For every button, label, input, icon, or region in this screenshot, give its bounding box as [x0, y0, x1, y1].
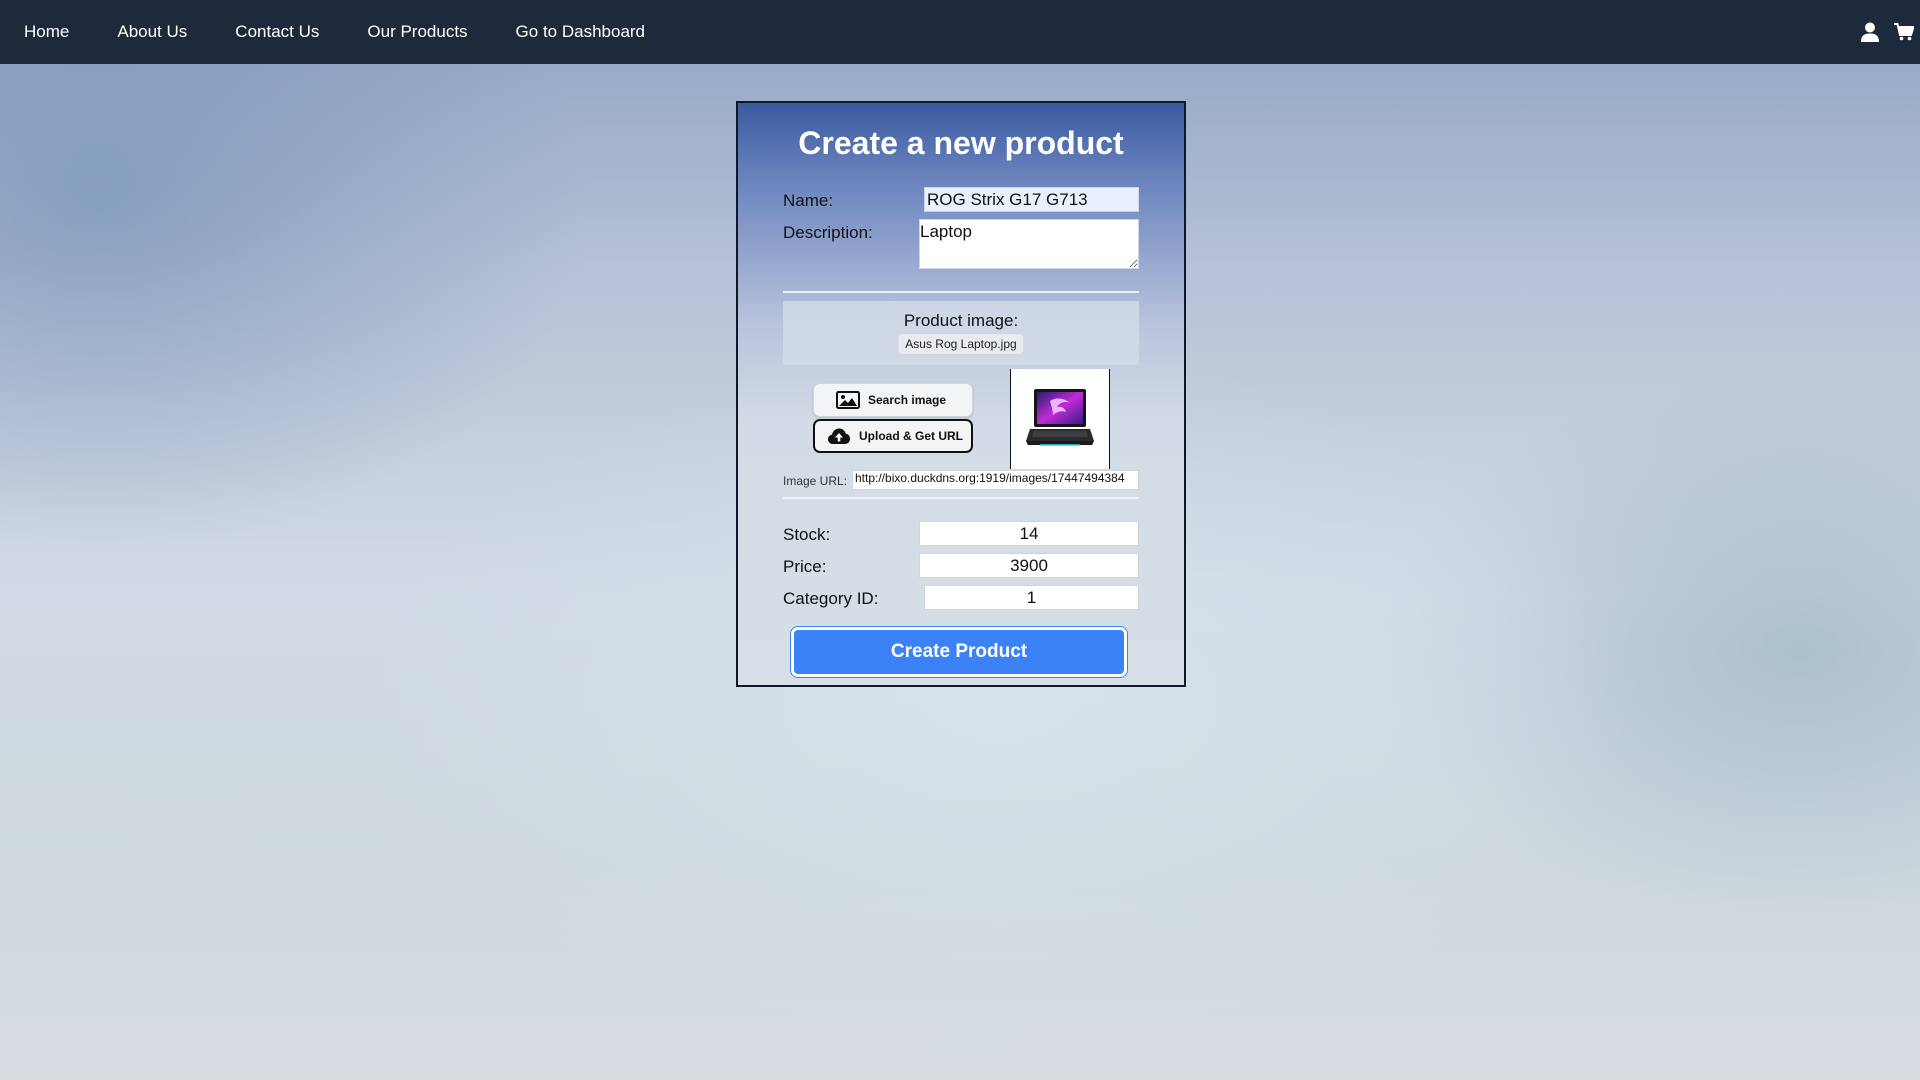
laptop-image	[1026, 389, 1094, 446]
user-icon[interactable]	[1858, 20, 1882, 44]
category-id-input[interactable]	[924, 585, 1139, 610]
stock-label: Stock:	[783, 525, 831, 544]
product-image-preview	[1010, 369, 1110, 469]
description-label: Description:	[783, 223, 873, 242]
page-title: Create a new product	[798, 125, 1124, 161]
cart-icon[interactable]	[1892, 20, 1916, 44]
image-url-label: Image URL:	[783, 474, 848, 488]
search-image-label: Search image	[868, 393, 947, 407]
divider	[783, 291, 1139, 293]
image-filename-chip: Asus Rog Laptop.jpg	[897, 333, 1025, 355]
name-label: Name:	[783, 191, 834, 210]
upload-get-url-label: Upload & Get URL	[859, 429, 963, 443]
price-label: Price:	[783, 557, 827, 576]
nav-dashboard-link[interactable]: Go to Dashboard	[516, 22, 645, 42]
image-icon	[836, 391, 860, 409]
nav-products-link[interactable]: Our Products	[367, 22, 467, 42]
top-navbar: Home About Us Contact Us Our Products Go…	[0, 0, 1920, 64]
cloud-upload-icon	[828, 428, 850, 444]
nav-home-link[interactable]: Home	[24, 22, 69, 42]
nav-actions	[1848, 0, 1920, 64]
upload-get-url-button[interactable]: Upload & Get URL	[813, 419, 973, 453]
nav-about-link[interactable]: About Us	[117, 22, 187, 42]
description-textarea[interactable]: Laptop	[919, 219, 1139, 269]
price-input[interactable]	[919, 553, 1139, 578]
product-image-section: Product image: Asus Rog Laptop.jpg	[783, 301, 1139, 365]
product-image-heading: Product image:	[903, 311, 1019, 330]
category-id-label: Category ID:	[783, 589, 879, 608]
stock-input[interactable]	[919, 521, 1139, 546]
name-input[interactable]	[924, 187, 1139, 212]
image-url-field[interactable]: http://bixo.duckdns.org:1919/images/1744…	[852, 470, 1139, 490]
nav-contact-link[interactable]: Contact Us	[235, 22, 319, 42]
create-product-form: Create a new product Name: Description: …	[736, 101, 1186, 687]
create-product-button[interactable]: Create Product	[791, 627, 1127, 677]
divider	[783, 497, 1139, 499]
search-image-button[interactable]: Search image	[813, 383, 973, 417]
